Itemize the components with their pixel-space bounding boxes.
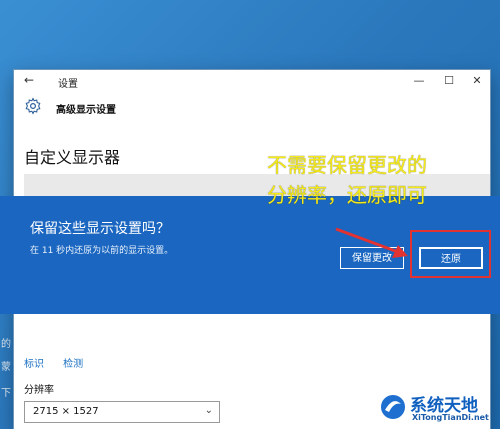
annotation-line: 分辨率，还原即可	[267, 183, 427, 207]
annotation-text: 不需要保留更改的 分辨率，还原即可	[267, 150, 491, 210]
site-logo-icon	[379, 393, 407, 421]
site-watermark: 系统天地 XiTongTianDi.net	[372, 388, 500, 429]
watermark-url: XiTongTianDi.net	[412, 413, 489, 422]
annotation-arrow-icon	[335, 227, 408, 258]
annotation-line: 不需要保留更改的	[267, 153, 427, 177]
